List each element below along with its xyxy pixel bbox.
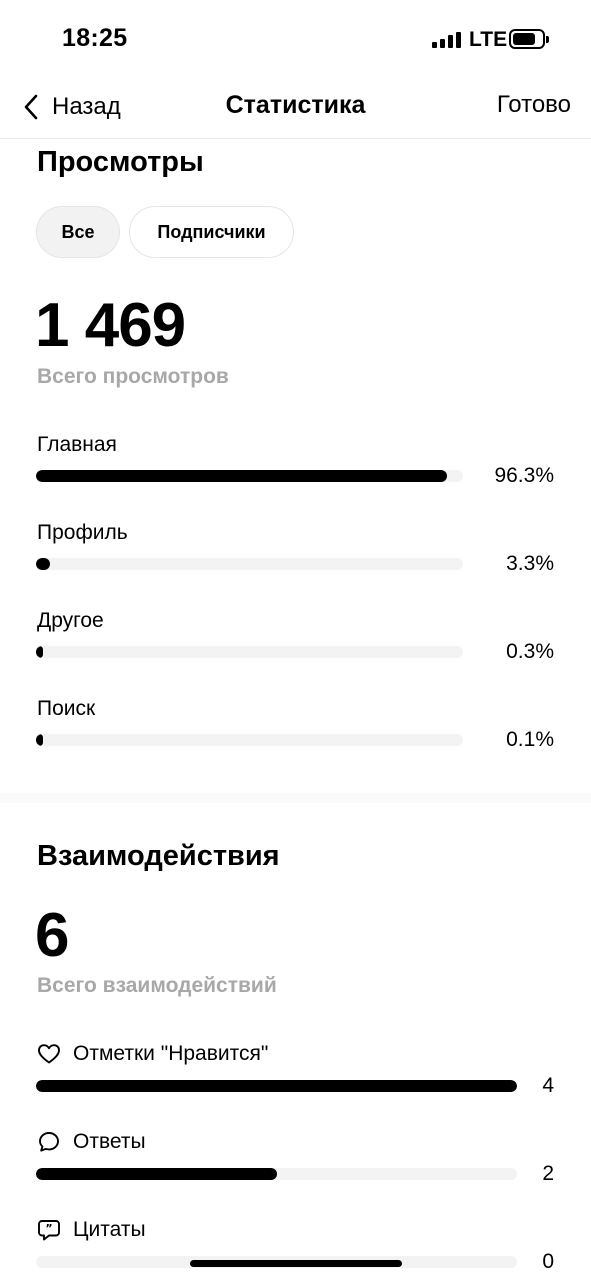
views-row-label: Другое <box>37 609 104 632</box>
views-row-bar <box>36 558 51 570</box>
views-total-label: Всего просмотров <box>37 365 229 388</box>
views-row-label: Главная <box>37 433 117 456</box>
interactions-row-track <box>36 1168 517 1180</box>
interactions-row-track <box>36 1080 517 1092</box>
back-button[interactable]: Назад <box>22 90 121 124</box>
filter-chip-all[interactable]: Все <box>36 206 120 258</box>
views-row-track <box>36 558 463 570</box>
interactions-row-label: Цитаты <box>73 1218 146 1241</box>
navigation-bar: Назад Статистика Готово <box>0 78 591 139</box>
heart-icon <box>38 1044 60 1064</box>
cellular-signal-icon <box>432 32 462 48</box>
interactions-total-label: Всего взаимодействий <box>37 974 277 997</box>
views-row-value: 0.3% <box>506 640 554 663</box>
comment-bubble-icon <box>39 1132 59 1152</box>
svg-text:”: ” <box>45 1222 52 1235</box>
views-row-bar <box>36 734 43 746</box>
views-row-value: 0.1% <box>506 728 554 751</box>
chevron-left-icon <box>24 94 38 120</box>
interactions-row-bar <box>36 1080 517 1092</box>
views-row-bar <box>36 470 448 482</box>
battery-icon <box>509 29 549 49</box>
views-row-label: Поиск <box>37 697 96 720</box>
interactions-row-quotes: ” Цитаты <box>37 1218 146 1242</box>
views-row-value: 3.3% <box>506 552 554 575</box>
interactions-row-value: 4 <box>542 1074 554 1097</box>
views-row-track <box>36 734 463 746</box>
views-row-value: 96.3% <box>494 464 554 487</box>
interactions-total: 6 <box>35 901 69 970</box>
views-row-bar <box>36 646 43 658</box>
views-row-label: Профиль <box>37 521 128 544</box>
views-total: 1 469 <box>35 291 186 360</box>
views-row-track <box>36 470 463 482</box>
back-label: Назад <box>52 93 121 120</box>
status-time: 18:25 <box>62 24 128 52</box>
interactions-row-label: Ответы <box>73 1130 146 1153</box>
quote-bubble-icon: ” <box>38 1220 60 1241</box>
interactions-row-value: 2 <box>542 1162 554 1185</box>
interactions-row-replies: Ответы <box>37 1130 146 1154</box>
interactions-row-bar <box>36 1168 277 1180</box>
status-bar: 18:25 LTE <box>0 0 591 78</box>
views-row-track <box>36 646 463 658</box>
filter-chip-followers[interactable]: Подписчики <box>129 206 294 258</box>
views-section-title: Просмотры <box>37 146 204 178</box>
network-label: LTE <box>469 28 508 51</box>
done-button[interactable]: Готово <box>497 91 571 119</box>
interactions-row-likes: Отметки "Нравится" <box>37 1042 268 1066</box>
statistics-screen: 18:25 LTE Назад Статистика Готово Просмо… <box>0 0 591 1280</box>
interactions-row-value: 0 <box>542 1250 554 1273</box>
home-indicator[interactable] <box>190 1260 402 1267</box>
section-divider <box>0 793 591 803</box>
interactions-section-title: Взаимодействия <box>37 840 280 872</box>
interactions-row-label: Отметки "Нравится" <box>73 1042 269 1065</box>
